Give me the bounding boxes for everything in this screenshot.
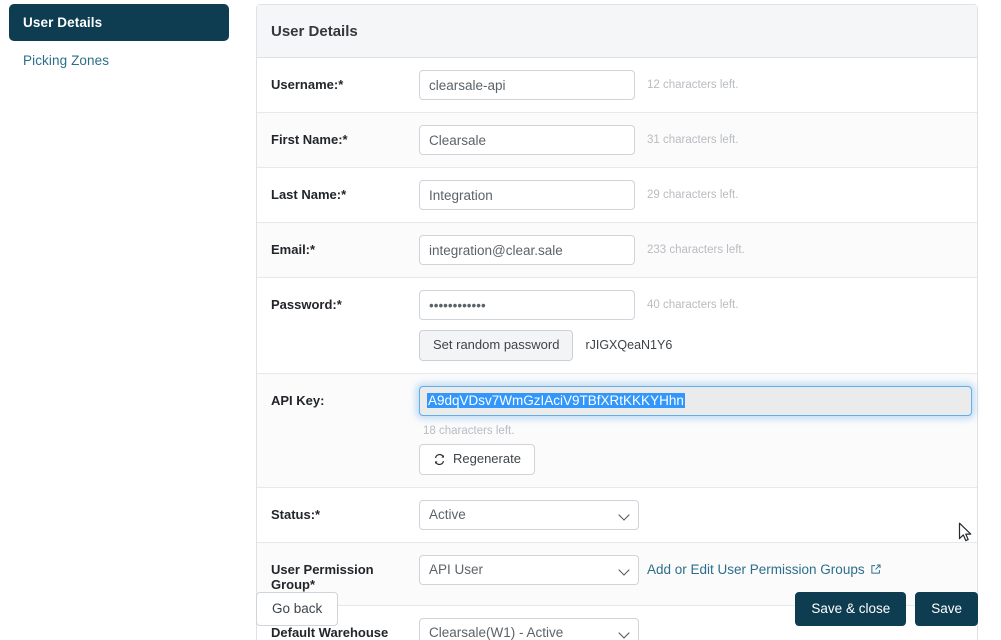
label-api-key: API Key: [271, 392, 325, 408]
form-footer: Go back Save & close Save [256, 592, 978, 626]
form-row-status: Status:* Active [257, 488, 977, 543]
user-details-card: User Details Username:* 12 characters le… [256, 4, 978, 640]
sidebar-item-label: User Details [23, 15, 103, 30]
form-row-email: Email:* 233 characters left. [257, 223, 977, 278]
form-row-last-name: Last Name:* 29 characters left. [257, 168, 977, 223]
password-hint: 40 characters left. [647, 299, 739, 311]
save-button[interactable]: Save [915, 592, 978, 626]
sidebar-item-picking-zones[interactable]: Picking Zones [9, 41, 229, 79]
label-user-permission-group: User Permission Group* [271, 561, 374, 593]
regenerate-api-key-button[interactable]: Regenerate [419, 443, 535, 475]
last-name-hint: 29 characters left. [647, 189, 739, 201]
sidebar-item-user-details[interactable]: User Details [9, 4, 229, 41]
password-input[interactable] [419, 290, 635, 320]
first-name-input[interactable] [419, 125, 635, 155]
user-permission-group-select[interactable]: API User [419, 554, 639, 585]
api-key-value: A9dqVDsv7WmGzIAciV9TBfXRtKKKYHhn [427, 393, 685, 409]
email-hint: 233 characters left. [647, 244, 745, 256]
go-back-button[interactable]: Go back [256, 592, 339, 626]
label-password: Password:* [271, 297, 342, 312]
form-row-first-name: First Name:* 31 characters left. [257, 113, 977, 168]
sidebar: User Details Picking Zones [0, 0, 238, 640]
status-select[interactable]: Active [419, 499, 639, 530]
add-edit-user-permission-groups-link[interactable]: Add or Edit User Permission Groups [639, 555, 882, 577]
save-and-close-button[interactable]: Save & close [795, 592, 907, 626]
email-input[interactable] [419, 235, 635, 265]
label-status: Status:* [271, 506, 321, 522]
label-email: Email:* [271, 242, 316, 257]
first-name-hint: 31 characters left. [647, 134, 739, 146]
set-random-password-button[interactable]: Set random password [419, 330, 574, 361]
page-root: User Details Picking Zones User Details … [0, 0, 1001, 640]
label-username: Username:* [271, 77, 344, 92]
form-row-api-key: API Key: A9dqVDsv7WmGzIAciV9TBfXRtKKKYHh… [257, 373, 977, 488]
regenerate-label: Regenerate [453, 450, 521, 466]
api-key-hint: 18 characters left. [423, 424, 515, 437]
refresh-icon [433, 453, 446, 466]
label-last-name: Last Name:* [271, 187, 347, 202]
external-link-icon [870, 563, 882, 575]
last-name-input[interactable] [419, 180, 635, 210]
form-row-username: Username:* 12 characters left. [257, 58, 977, 113]
password-sample-text: rJIGXQeaN1Y6 [585, 338, 673, 353]
link-label: Add or Edit User Permission Groups [647, 561, 865, 577]
label-first-name: First Name:* [271, 132, 348, 147]
card-title: User Details [257, 5, 977, 58]
sidebar-item-label: Picking Zones [23, 53, 110, 68]
username-hint: 12 characters left. [647, 79, 739, 91]
username-input[interactable] [419, 70, 635, 100]
form-row-password: Password:* 40 characters left. Set rando… [257, 278, 977, 374]
api-key-input[interactable]: A9dqVDsv7WmGzIAciV9TBfXRtKKKYHhn [419, 385, 972, 416]
